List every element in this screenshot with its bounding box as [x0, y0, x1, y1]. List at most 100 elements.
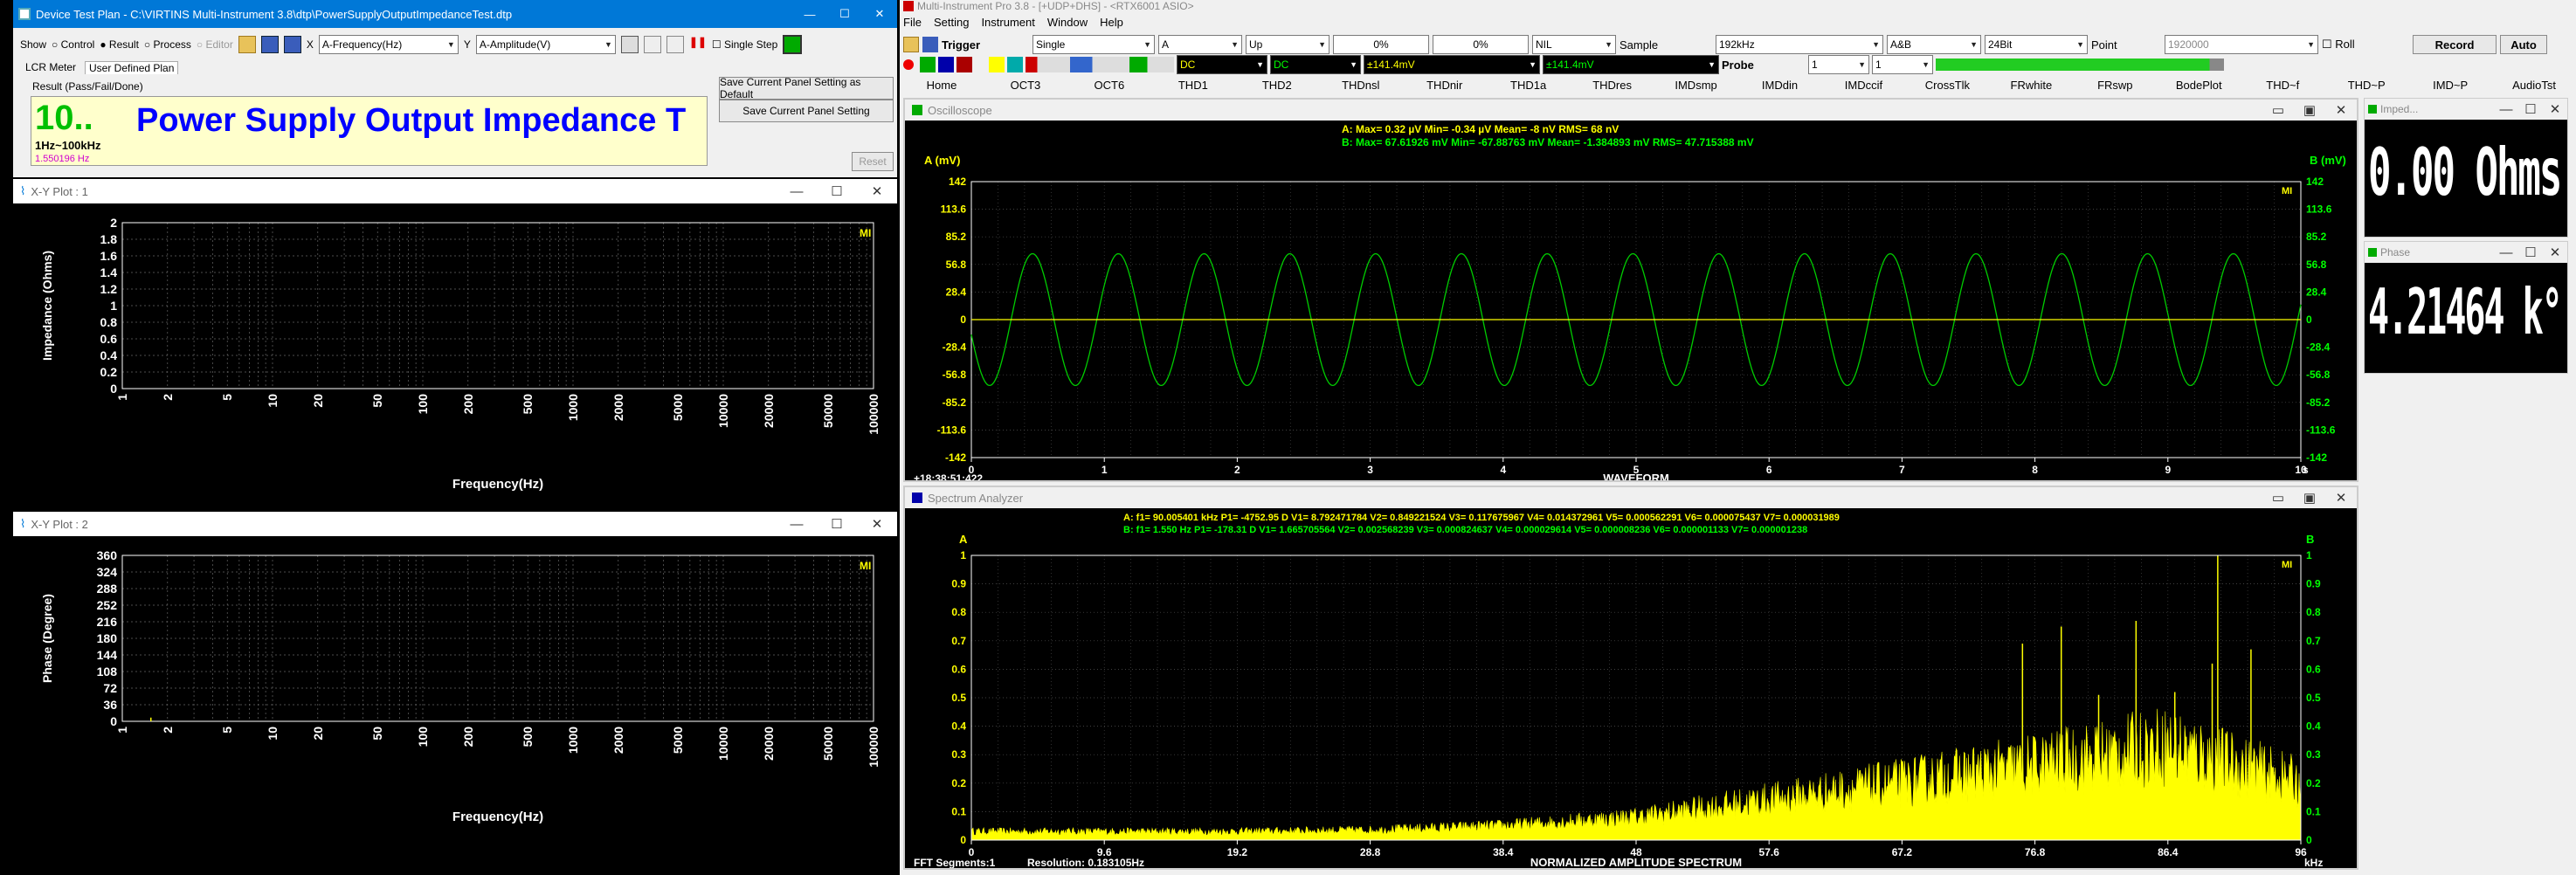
close-icon[interactable]: ✕ [862, 7, 897, 21]
tab-thdnir[interactable]: THDnir [1403, 79, 1487, 94]
channel-b-coupling-select[interactable]: DC ▼ [1270, 55, 1361, 74]
record-dot-icon[interactable] [903, 59, 914, 70]
record-button[interactable]: Record [2413, 35, 2497, 54]
wand-icon[interactable] [643, 36, 661, 53]
spectrum-plot[interactable]: A: f1= 90.005401 kHz P1= -4752.95 D V1= … [905, 508, 2357, 868]
minimize-icon[interactable]: — [777, 179, 817, 203]
tab-imdccif[interactable]: IMDccif [1821, 79, 1905, 94]
maximize-icon[interactable]: ☐ [827, 7, 862, 21]
x-axis-select[interactable]: A-Frequency(Hz) ▼ [318, 35, 459, 54]
single-step-checkbox[interactable]: ☐ Single Step [712, 38, 777, 51]
tab-lcr-meter[interactable]: LCR Meter [25, 61, 76, 74]
tab-thdnsl[interactable]: THDnsl [1319, 79, 1403, 94]
table-icon[interactable] [620, 36, 639, 53]
save-setting-button[interactable]: Save Current Panel Setting [719, 100, 894, 122]
minimize-icon[interactable]: ▭ [2262, 487, 2294, 508]
sample-rate-select[interactable]: 192kHz ▼ [1716, 35, 1883, 54]
trigger-level-input[interactable]: 0% [1333, 35, 1429, 54]
multimeter-icon[interactable] [1007, 57, 1023, 72]
tab-imd-p[interactable]: IMD~P [2408, 79, 2492, 94]
minimize-icon[interactable]: ▭ [2262, 100, 2294, 121]
step-icon[interactable] [666, 36, 684, 53]
open-folder-icon[interactable] [903, 37, 919, 52]
tab-thd-p[interactable]: THD~P [2324, 79, 2408, 94]
tab-thd1[interactable]: THD1 [1151, 79, 1235, 94]
trigger-delay-input[interactable]: 0% [1433, 35, 1529, 54]
close-icon[interactable]: ✕ [857, 179, 897, 203]
tool-icons[interactable] [1026, 57, 1174, 72]
channel-a-range-select[interactable]: ±141.4mV ▼ [1364, 55, 1540, 74]
channel-select[interactable]: A&B ▼ [1887, 35, 1981, 54]
tab-frwhite[interactable]: FRwhite [1989, 79, 2073, 94]
tab-user-defined-plan[interactable]: User Defined Plan [85, 61, 179, 74]
phase-plot-icon[interactable] [957, 57, 972, 72]
maximize-icon[interactable]: ▣ [2294, 100, 2325, 121]
open-folder-icon[interactable] [238, 36, 256, 53]
menu-file[interactable]: File [903, 16, 922, 29]
xy1-plot[interactable]: 21.81.61.41.210.80.60.40.201 2 5 10 20 50 100 2… [13, 203, 897, 511]
tab-crosstlk[interactable]: CrossTlk [1905, 79, 1989, 94]
mode-radio-control[interactable]: ○ Control [52, 38, 94, 51]
tab-bodeplot[interactable]: BodePlot [2157, 79, 2241, 94]
auto-button[interactable]: Auto [2500, 35, 2547, 54]
xy2-plot[interactable]: 360324288252216180144108723601 2 5 10 20 50 10… [13, 536, 897, 844]
minimize-icon[interactable]: — [2494, 242, 2518, 263]
save-default-button[interactable]: Save Current Panel Setting as Default [719, 76, 894, 100]
save-icon[interactable] [260, 36, 279, 53]
probe-b-select[interactable]: 1 ▼ [1872, 55, 1933, 74]
close-icon[interactable]: ✕ [2325, 487, 2357, 508]
tab-home[interactable]: Home [900, 79, 984, 94]
maximize-icon[interactable]: ☐ [2518, 99, 2543, 120]
tab-thd2[interactable]: THD2 [1235, 79, 1319, 94]
oscilloscope-icon[interactable] [920, 57, 936, 72]
tab-audiotst[interactable]: AudioTst [2492, 79, 2576, 94]
tab-imdsmp[interactable]: IMDsmp [1654, 79, 1738, 94]
mode-radio-process[interactable]: ○ Process [144, 38, 191, 51]
maximize-icon[interactable]: ☐ [817, 179, 857, 203]
nil-select[interactable]: NIL ▼ [1532, 35, 1616, 54]
trigger-channel-select[interactable]: A ▼ [1158, 35, 1242, 54]
menu-setting[interactable]: Setting [934, 16, 969, 29]
close-icon[interactable]: ✕ [2543, 99, 2567, 120]
close-icon[interactable]: ✕ [2543, 242, 2567, 263]
minimize-icon[interactable]: — [792, 8, 827, 21]
probe-a-select[interactable]: 1 ▼ [1808, 55, 1869, 74]
tab-oct3[interactable]: OCT3 [984, 79, 1067, 94]
save-as-icon[interactable] [283, 36, 301, 53]
trigger-button[interactable]: Trigger [942, 38, 1029, 52]
maximize-icon[interactable]: ☐ [817, 512, 857, 536]
points-select[interactable]: 1920000 ▼ [2165, 35, 2318, 54]
trigger-mode-select[interactable]: Single ▼ [1032, 35, 1155, 54]
save-icon[interactable] [922, 37, 938, 52]
tab-frswp[interactable]: FRswp [2073, 79, 2157, 94]
spectrum-icon[interactable] [938, 57, 954, 72]
mi-menubar: File Setting Instrument Window Help [903, 16, 1123, 29]
maximize-icon[interactable]: ☐ [2518, 242, 2543, 263]
menu-help[interactable]: Help [1100, 16, 1123, 29]
channel-b-range-select[interactable]: ±141.4mV ▼ [1543, 55, 1719, 74]
close-icon[interactable]: ✕ [2325, 100, 2357, 121]
minimize-icon[interactable]: — [2494, 99, 2518, 120]
channel-a-coupling-select[interactable]: DC ▼ [1177, 55, 1267, 74]
tab-oct6[interactable]: OCT6 [1067, 79, 1151, 94]
maximize-icon[interactable]: ▣ [2294, 487, 2325, 508]
bit-depth-select[interactable]: 24Bit ▼ [1985, 35, 2088, 54]
close-icon[interactable]: ✕ [857, 512, 897, 536]
trigger-edge-select[interactable]: Up ▼ [1246, 35, 1329, 54]
tab-thd1a[interactable]: THD1a [1487, 79, 1571, 94]
mode-radio-result[interactable]: ● Result [100, 38, 139, 51]
tab-thdres[interactable]: THDres [1571, 79, 1654, 94]
menu-window[interactable]: Window [1047, 16, 1088, 29]
minimize-icon[interactable]: — [777, 512, 817, 536]
tab-thd-f[interactable]: THD~f [2241, 79, 2324, 94]
generator-icon[interactable] [989, 57, 1005, 72]
y-axis-select[interactable]: A-Amplitude(V) ▼ [475, 35, 616, 54]
roll-checkbox[interactable]: ☐ Roll [2322, 38, 2409, 52]
tab-imddin[interactable]: IMDdin [1738, 79, 1822, 94]
run-icon[interactable] [783, 35, 803, 54]
pause-icon[interactable]: ❚❚ [689, 36, 707, 53]
mode-radio-editor[interactable]: ○ Editor [197, 38, 233, 51]
reset-button[interactable]: Reset [852, 152, 894, 171]
menu-instrument[interactable]: Instrument [981, 16, 1034, 29]
oscilloscope-plot[interactable]: A: Max= 0.32 µV Min= -0.34 µV Mean= -8 n… [905, 121, 2357, 480]
